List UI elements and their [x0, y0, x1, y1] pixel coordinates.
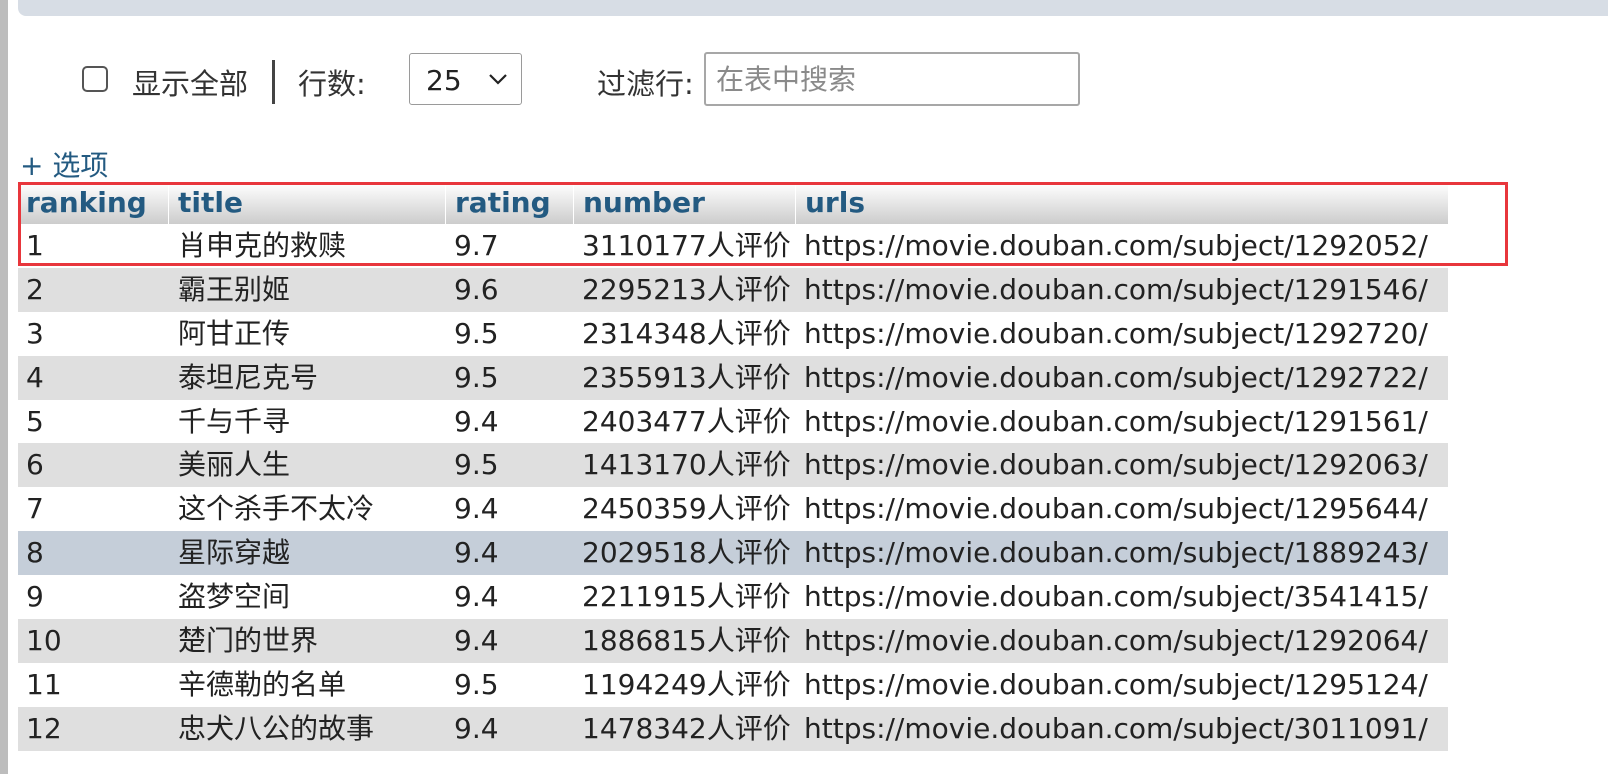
toolbar-divider: [272, 60, 275, 104]
cell-number: 3110177人评价: [582, 229, 791, 262]
cell-title: 这个杀手不太冷: [178, 492, 375, 526]
cell-title: 辛德勒的名单: [178, 667, 347, 701]
column-header-title[interactable]: title: [178, 183, 446, 224]
show-all-label: 显示全部: [132, 67, 249, 101]
cell-ranking: 3: [26, 316, 44, 350]
show-all-checkbox[interactable]: [82, 66, 108, 92]
table-row[interactable]: 5 千与千寻 9.4 2403477人评价 https://movie.doub…: [18, 400, 1448, 444]
column-header-rating[interactable]: rating: [455, 183, 575, 224]
cell-number: 2355913人评价: [582, 360, 791, 394]
cell-number: 1478342人评价: [582, 711, 791, 745]
cell-number: 2029518人评价: [582, 536, 791, 570]
cell-urls: https://movie.douban.com/subject/1291561…: [804, 404, 1428, 438]
table-controls: 显示全部 行数: 25 过滤行:: [0, 52, 1608, 106]
cell-rating: 9.4: [454, 404, 499, 438]
column-header-number[interactable]: number: [583, 183, 799, 224]
cell-ranking: 6: [26, 448, 44, 482]
cell-title: 楚门的世界: [178, 624, 319, 658]
cell-rating: 9.4: [454, 492, 499, 526]
results-table: ranking title rating number urls 1 肖申克的救…: [18, 183, 1448, 751]
cell-ranking: 5: [26, 404, 44, 438]
cell-rating: 9.6: [454, 272, 499, 306]
cell-ranking: 12: [26, 711, 62, 745]
cell-urls: https://movie.douban.com/subject/1889243…: [804, 536, 1428, 570]
cell-urls: https://movie.douban.com/subject/1295124…: [804, 667, 1428, 701]
cell-rating: 9.4: [454, 711, 499, 745]
table-header-row: ranking title rating number urls: [18, 183, 1448, 224]
cell-number: 1886815人评价: [582, 624, 791, 658]
cell-ranking: 9: [26, 580, 44, 614]
cell-title: 泰坦尼克号: [178, 360, 319, 394]
table-row[interactable]: 6 美丽人生 9.5 1413170人评价 https://movie.doub…: [18, 443, 1448, 488]
cell-number: 2295213人评价: [582, 272, 791, 306]
cell-title: 霸王别姬: [178, 272, 291, 306]
cell-title: 肖申克的救赎: [178, 229, 347, 262]
cell-title: 千与千寻: [178, 404, 291, 438]
cell-rating: 9.4: [454, 624, 499, 658]
table-row[interactable]: 7 这个杀手不太冷 9.4 2450359人评价 https://movie.d…: [18, 487, 1448, 531]
options-link[interactable]: + 选项: [20, 144, 108, 184]
cell-urls: https://movie.douban.com/subject/3541415…: [804, 580, 1428, 614]
top-panel-bar: [18, 0, 1608, 16]
cell-number: 1194249人评价: [582, 667, 791, 701]
rows-select[interactable]: 25: [409, 53, 522, 105]
cell-ranking: 7: [26, 492, 44, 526]
cell-rating: 9.5: [454, 316, 499, 350]
cell-urls: https://movie.douban.com/subject/1292063…: [804, 448, 1428, 482]
cell-number: 2403477人评价: [582, 404, 791, 438]
table-row[interactable]: 2 霸王别姬 9.6 2295213人评价 https://movie.doub…: [18, 267, 1448, 312]
cell-title: 阿甘正传: [178, 316, 291, 350]
cell-title: 忠犬八公的故事: [178, 711, 375, 745]
cell-number: 2314348人评价: [582, 316, 791, 350]
cell-number: 2450359人评价: [582, 492, 791, 526]
cell-title: 美丽人生: [178, 448, 291, 482]
cell-number: 1413170人评价: [582, 448, 791, 482]
table-row[interactable]: 3 阿甘正传 9.5 2314348人评价 https://movie.doub…: [18, 312, 1448, 356]
cell-urls: https://movie.douban.com/subject/1295644…: [804, 492, 1428, 526]
cell-rating: 9.4: [454, 536, 499, 570]
rows-label: 行数:: [298, 67, 366, 101]
table-row[interactable]: 10 楚门的世界 9.4 1886815人评价 https://movie.do…: [18, 619, 1448, 663]
cell-ranking: 1: [26, 229, 44, 262]
table-row[interactable]: 11 辛德勒的名单 9.5 1194249人评价 https://movie.d…: [18, 663, 1448, 707]
column-header-ranking[interactable]: ranking: [26, 183, 166, 224]
cell-rating: 9.4: [454, 580, 499, 614]
column-header-urls[interactable]: urls: [805, 183, 1449, 224]
chevron-down-icon: [489, 74, 507, 85]
table-row-hovered[interactable]: 8 星际穿越 9.4 2029518人评价 https://movie.doub…: [18, 531, 1448, 576]
cell-urls: https://movie.douban.com/subject/3011091…: [804, 711, 1428, 745]
filter-label: 过滤行:: [597, 67, 694, 101]
cell-urls: https://movie.douban.com/subject/1292052…: [804, 229, 1428, 262]
window-left-edge: [0, 0, 8, 774]
cell-rating: 9.5: [454, 667, 499, 701]
cell-urls: https://movie.douban.com/subject/1292722…: [804, 360, 1428, 394]
table-row[interactable]: 9 盗梦空间 9.4 2211915人评价 https://movie.doub…: [18, 575, 1448, 619]
table-row[interactable]: 4 泰坦尼克号 9.5 2355913人评价 https://movie.dou…: [18, 355, 1448, 400]
cell-urls: https://movie.douban.com/subject/1292064…: [804, 624, 1428, 658]
cell-number: 2211915人评价: [582, 580, 791, 614]
cell-title: 星际穿越: [178, 536, 291, 570]
cell-rating: 9.5: [454, 360, 499, 394]
filter-input[interactable]: [704, 52, 1080, 106]
cell-ranking: 4: [26, 360, 44, 394]
cell-title: 盗梦空间: [178, 580, 291, 614]
cell-urls: https://movie.douban.com/subject/1291546…: [804, 272, 1428, 306]
cell-rating: 9.7: [454, 229, 499, 262]
cell-ranking: 11: [26, 667, 62, 701]
cell-ranking: 10: [26, 624, 62, 658]
cell-urls: https://movie.douban.com/subject/1292720…: [804, 316, 1428, 350]
table-row[interactable]: 12 忠犬八公的故事 9.4 1478342人评价 https://movie.…: [18, 706, 1448, 751]
cell-ranking: 2: [26, 272, 44, 306]
table-row[interactable]: 1 肖申克的救赎 9.7 3110177人评价 https://movie.do…: [18, 224, 1448, 268]
cell-ranking: 8: [26, 536, 44, 570]
rows-select-value: 25: [426, 64, 462, 97]
cell-rating: 9.5: [454, 448, 499, 482]
